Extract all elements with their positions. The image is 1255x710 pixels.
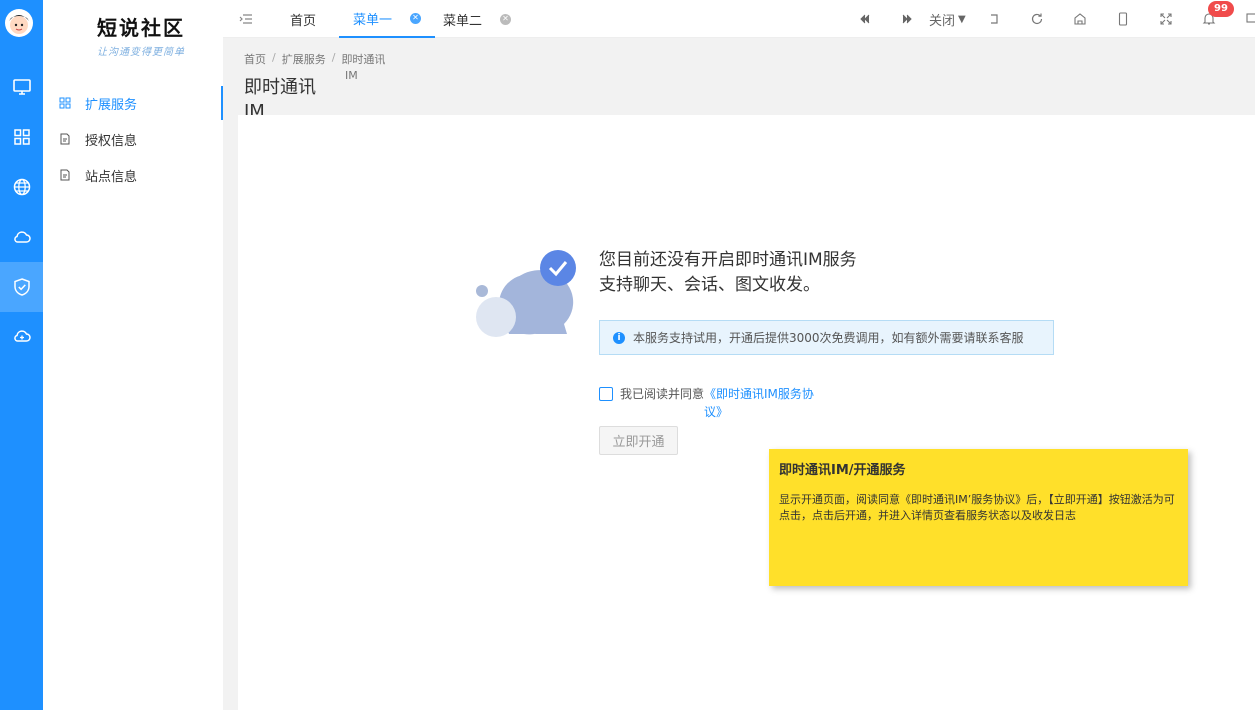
agree-text: 我已阅读并同意 [620, 387, 705, 401]
empty-state-line1: 您目前还没有开启即时通讯IM服务 [599, 250, 857, 270]
sidebar-item-label: 站点信息 [85, 169, 138, 185]
sidebar-item-site[interactable]: 站点信息 [43, 158, 223, 192]
fullscreen-button[interactable] [1157, 10, 1175, 28]
notice-text: 本服务支持试用，开通后提供3000次免费调用，如有额外需要请联系客服 [633, 331, 1024, 345]
monitor-icon [12, 79, 31, 95]
tab-label: 首页 [290, 13, 317, 29]
info-notice: i 本服务支持试用，开通后提供3000次免费调用，如有额外需要请联系客服 [599, 320, 1054, 355]
info-icon: i [613, 331, 625, 344]
agree-checkbox[interactable] [599, 387, 613, 401]
tab-bar: 首页 菜单一 ✕ 菜单二 ✕ 关闭 ▼ 99 [223, 0, 1255, 38]
globe-icon [13, 178, 30, 196]
extension-icon [59, 97, 71, 109]
theme-button[interactable] [1071, 10, 1089, 28]
icon-rail [0, 0, 43, 710]
logo-title: 短说社区 [97, 16, 185, 40]
refresh-button[interactable] [1028, 10, 1046, 28]
rail-grid[interactable] [0, 112, 43, 162]
sidebar-item-extensions[interactable]: 扩展服务 [43, 86, 223, 120]
scroll-right-button[interactable] [898, 10, 916, 28]
breadcrumb-extensions[interactable]: 扩展服务 [282, 51, 326, 67]
document-icon [60, 133, 70, 145]
double-right-icon [902, 14, 912, 24]
back-button[interactable] [985, 10, 1003, 28]
cloud-icon [13, 231, 31, 243]
logo: 短说社区 让沟通变得更简单 [91, 12, 191, 62]
tab-menu-one[interactable]: 菜单一 ✕ [339, 0, 436, 38]
rail-shield[interactable] [0, 262, 43, 312]
agreement-link[interactable]: 《即时通讯IM服务协议》 [704, 385, 824, 421]
main-content: 您目前还没有开启即时通讯IM服务 支持聊天、会话、图文收发。 i 本服务支持试用… [238, 115, 1255, 710]
page-header: 首页 / 扩展服务 / 即时通讯 IM 即时通讯 IM [238, 38, 1255, 122]
return-icon [991, 14, 998, 24]
breadcrumb-current-tail: IM [345, 69, 358, 82]
rail-monitor[interactable] [0, 62, 43, 112]
app-root: 短说社区 让沟通变得更简单 扩展服务 授权信息 站点信息 首页 菜单一 ✕ 菜单 [0, 0, 1255, 710]
tab-menu-two[interactable]: 菜单二 ✕ [443, 0, 512, 38]
screen-icon [1246, 13, 1255, 23]
cloud-sync-icon [13, 330, 31, 342]
note-body: 显示开通页面，阅读同意《即时通讯IM’服务协议》后，【立即开通】按钮激活为可点击… [779, 493, 1175, 522]
close-icon[interactable]: ✕ [500, 13, 512, 25]
empty-state-line2: 支持聊天、会话、图文收发。 [599, 275, 820, 295]
logo-subtitle: 让沟通变得更简单 [97, 47, 185, 58]
scroll-left-button[interactable] [856, 10, 874, 28]
caret-down-icon: ▼ [958, 13, 966, 25]
sidebar-item-label: 扩展服务 [85, 97, 138, 113]
breadcrumb: 首页 / 扩展服务 / 即时通讯 [244, 51, 385, 67]
empty-state-message: 您目前还没有开启即时通讯IM服务 支持聊天、会话、图文收发。 [599, 248, 857, 298]
agreement-row: 我已阅读并同意 《即时通讯IM服务协议》 [599, 385, 824, 421]
mobile-icon [1118, 12, 1128, 26]
grid-icon [13, 129, 30, 145]
fullscreen-icon [1160, 13, 1172, 25]
tab-home[interactable]: 首页 [290, 0, 316, 38]
shield-check-icon [13, 278, 30, 296]
breadcrumb-separator: / [272, 51, 276, 64]
home-icon [1074, 13, 1086, 25]
close-label: 关闭 [929, 13, 956, 29]
document-icon [60, 169, 70, 181]
breadcrumb-home[interactable]: 首页 [244, 51, 266, 67]
double-left-icon [860, 14, 870, 24]
note-title: 即时通讯IM/开通服务 [779, 463, 906, 478]
sidebar: 短说社区 让沟通变得更简单 扩展服务 授权信息 站点信息 [43, 0, 223, 710]
mobile-view-button[interactable] [1114, 10, 1132, 28]
tab-label: 菜单二 [443, 13, 483, 29]
annotation-note: 即时通讯IM/开通服务 显示开通页面，阅读同意《即时通讯IM’服务协议》后，【立… [769, 449, 1188, 586]
open-service-button[interactable]: 立即开通 [599, 426, 678, 455]
rail-globe[interactable] [0, 162, 43, 212]
content-gutter [223, 38, 238, 710]
notification-badge: 99 [1208, 1, 1234, 17]
screen-button[interactable] [1243, 10, 1255, 28]
tab-label: 菜单一 [353, 12, 393, 28]
menu-fold-icon [239, 14, 252, 24]
rail-cloud-sync[interactable] [0, 312, 43, 362]
close-tabs-dropdown[interactable]: 关闭 ▼ [929, 0, 966, 38]
close-icon[interactable]: ✕ [410, 12, 422, 24]
refresh-icon [1031, 13, 1043, 25]
sidebar-item-label: 授权信息 [85, 133, 138, 149]
collapse-menu-button[interactable] [237, 10, 255, 28]
rail-cloud[interactable] [0, 212, 43, 262]
breadcrumb-separator: / [331, 51, 336, 64]
avatar[interactable] [5, 9, 33, 37]
chat-illustration [474, 248, 579, 343]
breadcrumb-current: 即时通讯 [341, 53, 386, 66]
sidebar-item-license[interactable]: 授权信息 [43, 122, 223, 156]
